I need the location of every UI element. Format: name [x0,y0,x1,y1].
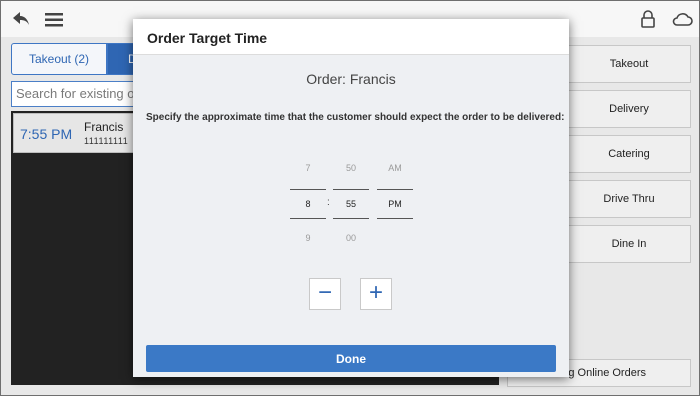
minute-previous[interactable]: 50 [333,163,369,173]
minute-next[interactable]: 00 [333,233,369,243]
ampm-previous[interactable]: AM [377,163,413,173]
dialog-header: Order Target Time [133,19,569,55]
increment-button[interactable]: + [360,278,392,310]
time-separator: : [327,197,330,208]
hour-previous[interactable]: 7 [290,163,326,173]
order-target-time-dialog: Order Target Time Order: Francis Specify… [133,19,569,377]
hour-selected[interactable]: 8 [290,189,326,219]
hour-next[interactable]: 9 [290,233,326,243]
instructions-text: Specify the approximate time that the cu… [146,112,565,123]
decrement-button[interactable]: − [309,278,341,310]
ampm-selected[interactable]: PM [377,189,413,219]
order-label: Order: Francis [306,71,396,87]
minute-selected[interactable]: 55 [333,189,369,219]
done-button[interactable]: Done [146,345,556,372]
app-window: Takeout (2) D Search for existing orders… [0,0,700,396]
dialog-title: Order Target Time [147,30,268,46]
